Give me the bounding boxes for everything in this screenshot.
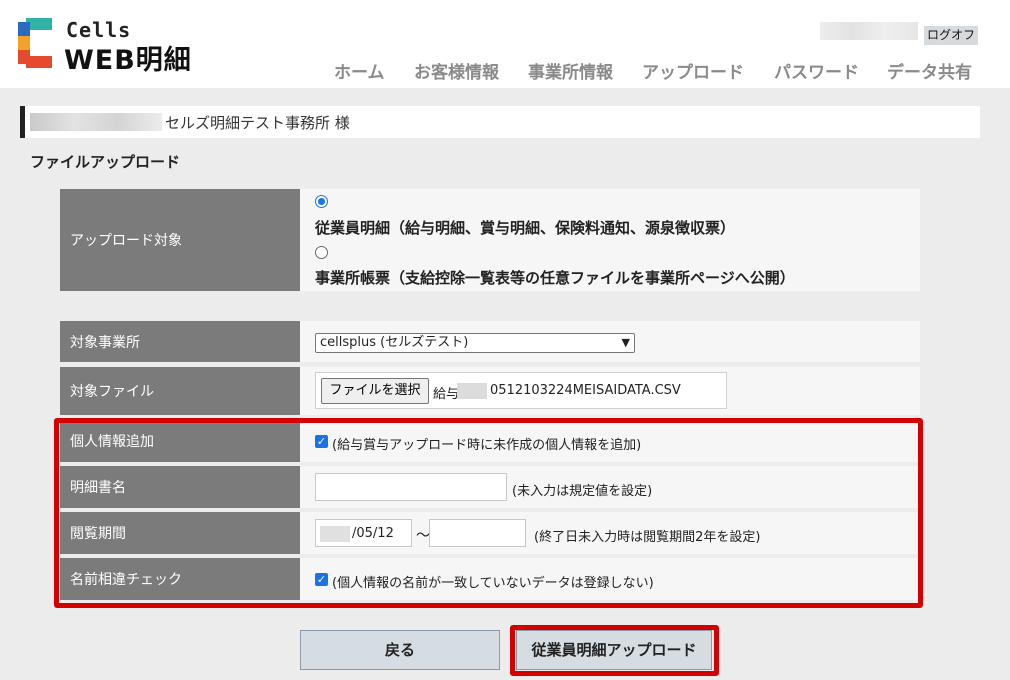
chevron-down-icon: ▼ — [621, 336, 630, 349]
office-name: セルズ明細テスト事務所 様 — [165, 114, 350, 132]
view-period-start-input[interactable]: /05/12 — [315, 519, 412, 547]
period-separator: ～ — [416, 528, 430, 544]
option-office-documents[interactable]: 事業所帳票（支給控除一覧表等の任意ファイルを事業所ページへ公開） — [315, 267, 795, 288]
statement-name-label: 明細書名 — [60, 466, 300, 508]
back-button[interactable]: 戻る — [300, 630, 500, 670]
file-label: 対象ファイル — [60, 367, 300, 415]
personal-info-checkbox[interactable]: ✓ — [315, 435, 328, 448]
upload-employee-statements-button[interactable]: 従業員明細アップロード — [516, 630, 712, 670]
view-period-hint: (終了日未入力時は閲覧期間2年を設定) — [534, 530, 761, 545]
nav-upload[interactable]: アップロード — [642, 58, 744, 83]
office-bar-accent — [20, 106, 25, 138]
option-employee-statements[interactable]: 従業員明細（給与明細、賞与明細、保険料通知、源泉徴収票） — [315, 217, 735, 238]
name-check-checkbox[interactable]: ✓ — [315, 573, 328, 586]
statement-name-field: (未入力は規定値を設定) — [300, 466, 920, 508]
name-check-label: 名前相違チェック — [60, 558, 300, 600]
choose-file-button[interactable]: ファイルを選択 — [321, 378, 429, 404]
view-period-start-value: /05/12 — [352, 526, 394, 541]
file-name: 0512103224MEISAIDATA.CSV — [490, 383, 681, 398]
personal-info-field: ✓ (給与賞与アップロード時に未作成の個人情報を追加) — [300, 420, 920, 462]
start-year-redacted — [320, 526, 350, 542]
header: Cells WEB明細 ログオフ ホーム お客様情報 事業所情報 アップロード … — [0, 0, 1010, 88]
nav-customer-info[interactable]: お客様情報 — [414, 58, 499, 83]
office-select[interactable]: cellsplus (セルズテスト) ▼ — [315, 333, 635, 353]
cells-logo-icon — [18, 18, 52, 68]
brand-name: WEB明細 — [64, 45, 192, 76]
page-title: ファイルアップロード — [30, 153, 181, 171]
file-input: ファイルを選択 給与 0512103224MEISAIDATA.CSV — [315, 372, 727, 409]
personal-info-text: (給与賞与アップロード時に未作成の個人情報を追加) — [332, 438, 642, 453]
name-check-field: ✓ (個人情報の名前が一致していないデータは登録しない) — [300, 558, 920, 600]
file-name-redacted — [457, 383, 487, 399]
radio-employee-statements[interactable] — [315, 195, 328, 208]
statement-name-hint: (未入力は規定値を設定) — [512, 484, 653, 499]
office-bar: セルズ明細テスト事務所 様 — [20, 106, 980, 138]
nav-password[interactable]: パスワード — [774, 58, 859, 83]
view-period-end-input[interactable] — [429, 519, 526, 547]
user-name-redacted — [820, 22, 918, 40]
office-label: 対象事業所 — [60, 321, 300, 362]
view-period-label: 閲覧期間 — [60, 512, 300, 554]
upload-target-label: アップロード対象 — [60, 189, 300, 291]
office-code-redacted — [30, 113, 162, 131]
nav-home[interactable]: ホーム — [334, 58, 385, 83]
personal-info-label: 個人情報追加 — [60, 420, 300, 462]
logout-button[interactable]: ログオフ — [924, 26, 978, 45]
upload-target-field: 従業員明細（給与明細、賞与明細、保険料通知、源泉徴収票） 事業所帳票（支給控除一… — [300, 189, 920, 291]
office-select-value: cellsplus (セルズテスト) — [320, 335, 469, 350]
statement-name-input[interactable] — [315, 473, 507, 501]
file-prefix: 給与 — [433, 387, 460, 402]
nav-office-info[interactable]: 事業所情報 — [528, 58, 613, 83]
nav-data-share[interactable]: データ共有 — [887, 58, 972, 83]
radio-office-documents[interactable] — [315, 246, 328, 259]
view-period-field: /05/12 ～ (終了日未入力時は閲覧期間2年を設定) — [300, 512, 920, 554]
name-check-text: (個人情報の名前が一致していないデータは登録しない) — [332, 576, 654, 591]
